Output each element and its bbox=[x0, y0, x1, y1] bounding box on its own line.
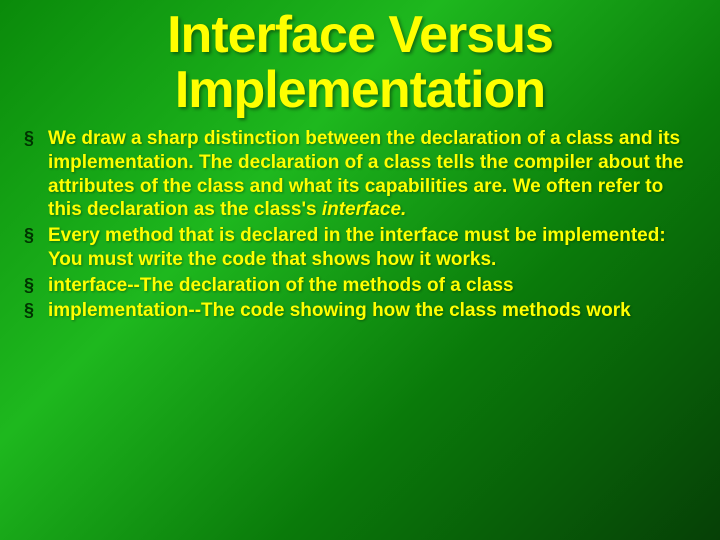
list-item: § Every method that is declared in the i… bbox=[24, 224, 696, 272]
bullet-glyph: § bbox=[24, 299, 38, 322]
bullet-text: implementation--The code showing how the… bbox=[48, 299, 631, 323]
slide-title: Interface Versus Implementation bbox=[0, 0, 720, 127]
bullet-text: interface--The declaration of the method… bbox=[48, 274, 514, 298]
list-item: § interface--The declaration of the meth… bbox=[24, 274, 696, 298]
bullet-glyph: § bbox=[24, 274, 38, 297]
text-pre: implementation--The code showing how the… bbox=[48, 300, 631, 321]
text-pre: interface--The declaration of the method… bbox=[48, 275, 514, 296]
bullet-glyph: § bbox=[24, 224, 38, 247]
slide-content: § We draw a sharp distinction between th… bbox=[0, 127, 720, 323]
text-italic: interface. bbox=[322, 199, 406, 220]
text-pre: Every method that is declared in the int… bbox=[48, 225, 666, 270]
list-item: § We draw a sharp distinction between th… bbox=[24, 127, 696, 222]
bullet-text: We draw a sharp distinction between the … bbox=[48, 127, 696, 222]
bullet-glyph: § bbox=[24, 127, 38, 150]
bullet-text: Every method that is declared in the int… bbox=[48, 224, 696, 272]
list-item: § implementation--The code showing how t… bbox=[24, 299, 696, 323]
